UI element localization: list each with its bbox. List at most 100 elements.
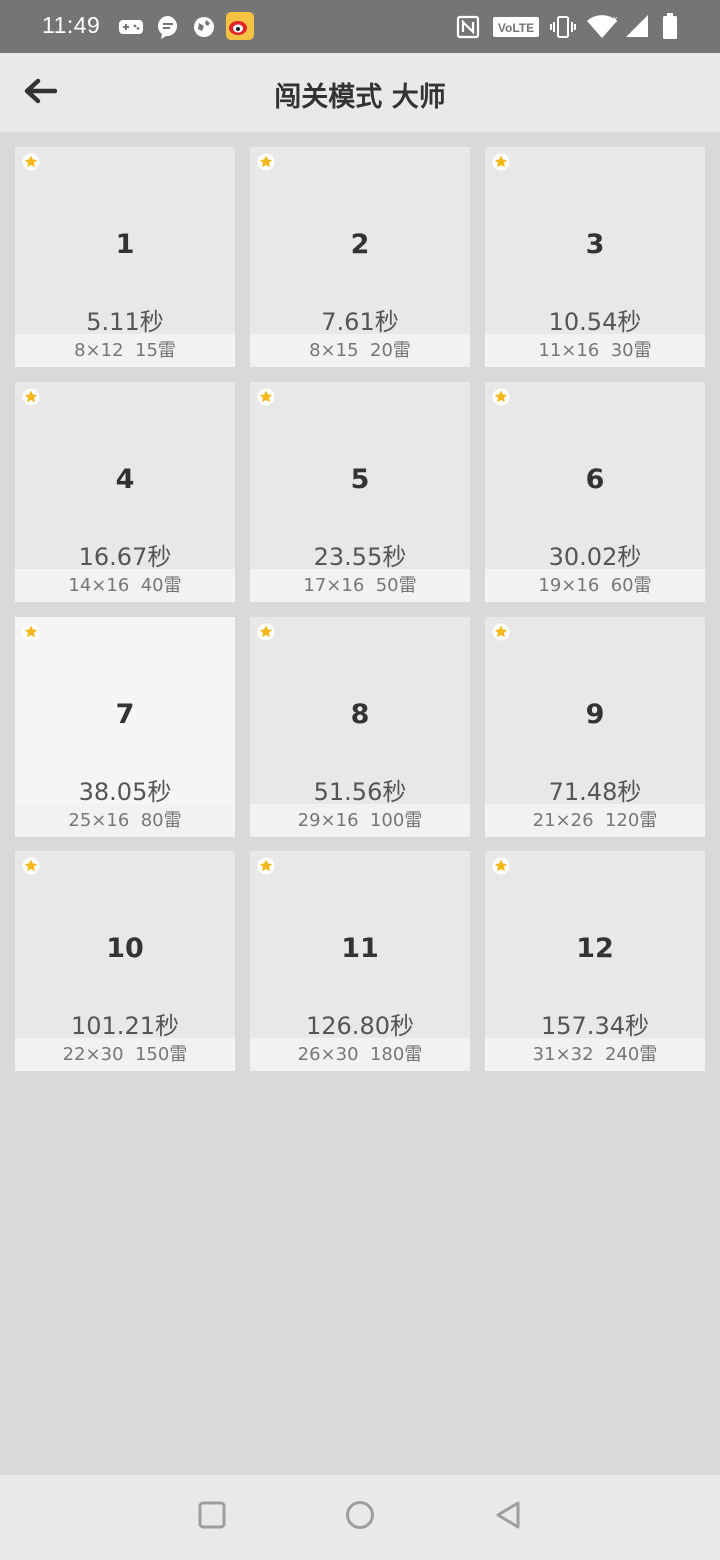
board-size: 14×16 <box>68 575 130 596</box>
star-icon <box>22 857 40 875</box>
level-info: 26×30 180雷 <box>250 1038 470 1071</box>
best-time: 157.34秒 <box>541 1012 649 1040</box>
level-info: 21×26 120雷 <box>485 804 705 837</box>
level-card[interactable]: 8 51.56秒 29×16 100雷 <box>250 617 470 837</box>
best-time: 51.56秒 <box>313 778 407 806</box>
best-time: 101.21秒 <box>71 1012 179 1040</box>
level-info: 8×12 15雷 <box>15 334 235 367</box>
wifi-icon: x <box>586 14 618 44</box>
home-circle-icon <box>344 1499 376 1535</box>
level-number: 5 <box>350 464 370 495</box>
level-number: 10 <box>106 933 144 964</box>
level-info: 29×16 100雷 <box>250 804 470 837</box>
level-card[interactable]: 7 38.05秒 25×16 80雷 <box>15 617 235 837</box>
best-time: 30.02秒 <box>548 543 642 571</box>
svg-text:x: x <box>613 14 618 24</box>
level-number: 8 <box>350 699 370 730</box>
level-number: 6 <box>585 464 605 495</box>
level-card[interactable]: 11 126.80秒 26×30 180雷 <box>250 851 470 1071</box>
level-card[interactable]: 3 10.54秒 11×16 30雷 <box>485 147 705 367</box>
battery-icon <box>662 12 678 44</box>
board-size: 25×16 <box>68 810 130 831</box>
level-info: 31×32 240雷 <box>485 1038 705 1071</box>
level-number: 11 <box>341 933 379 964</box>
level-grid: 1 5.11秒 8×12 15雷 2 7.61秒 8×15 20雷 3 10.54秒 11×16… <box>0 132 720 1475</box>
recents-square-icon <box>197 1500 227 1534</box>
board-size: 19×16 <box>538 575 600 596</box>
board-size: 22×30 <box>62 1044 124 1065</box>
back-triangle-icon <box>493 1499 523 1535</box>
board-size: 26×30 <box>297 1044 359 1065</box>
mine-count: 50雷 <box>375 575 417 596</box>
mine-count: 240雷 <box>604 1044 658 1065</box>
nfc-icon <box>456 15 480 43</box>
level-info: 25×16 80雷 <box>15 804 235 837</box>
chat-icon <box>156 14 180 44</box>
gamepad-icon <box>118 16 144 42</box>
level-card[interactable]: 10 101.21秒 22×30 150雷 <box>15 851 235 1071</box>
navigation-bar <box>0 1475 720 1560</box>
star-icon <box>22 623 40 641</box>
board-size: 17×16 <box>303 575 365 596</box>
signal-icon <box>624 13 650 43</box>
level-info: 11×16 30雷 <box>485 334 705 367</box>
best-time: 7.61秒 <box>321 308 399 336</box>
volte-icon: VoLTE <box>492 16 540 42</box>
level-number: 9 <box>585 699 605 730</box>
star-icon <box>257 388 275 406</box>
nav-back-button[interactable] <box>488 1497 528 1537</box>
best-time: 23.55秒 <box>313 543 407 571</box>
star-icon <box>492 857 510 875</box>
mine-count: 30雷 <box>610 340 652 361</box>
mine-count: 80雷 <box>140 810 182 831</box>
level-card[interactable]: 6 30.02秒 19×16 60雷 <box>485 382 705 602</box>
best-time: 10.54秒 <box>548 308 642 336</box>
level-info: 17×16 50雷 <box>250 569 470 602</box>
status-bar: 11:49 VoLTE x <box>0 0 720 53</box>
star-icon <box>257 623 275 641</box>
star-icon <box>492 153 510 171</box>
level-number: 4 <box>115 464 135 495</box>
page-title: 闯关模式 大师 <box>274 82 446 113</box>
star-icon <box>22 153 40 171</box>
mine-count: 120雷 <box>604 810 658 831</box>
level-card[interactable]: 5 23.55秒 17×16 50雷 <box>250 382 470 602</box>
mine-count: 100雷 <box>369 810 423 831</box>
best-time: 5.11秒 <box>86 308 164 336</box>
weibo-icon <box>226 12 254 44</box>
recents-button[interactable] <box>192 1497 232 1537</box>
vibrate-icon <box>550 15 576 43</box>
globe-icon <box>192 15 216 43</box>
mine-count: 150雷 <box>134 1044 188 1065</box>
star-icon <box>257 153 275 171</box>
level-info: 22×30 150雷 <box>15 1038 235 1071</box>
board-size: 11×16 <box>538 340 600 361</box>
star-icon <box>257 857 275 875</box>
level-card[interactable]: 9 71.48秒 21×26 120雷 <box>485 617 705 837</box>
board-size: 29×16 <box>297 810 359 831</box>
level-number: 3 <box>585 229 605 260</box>
level-card[interactable]: 2 7.61秒 8×15 20雷 <box>250 147 470 367</box>
level-info: 8×15 20雷 <box>250 334 470 367</box>
best-time: 126.80秒 <box>306 1012 414 1040</box>
level-number: 7 <box>115 699 135 730</box>
board-size: 8×12 <box>74 340 124 361</box>
home-button[interactable] <box>340 1497 380 1537</box>
level-number: 1 <box>115 229 135 260</box>
level-info: 14×16 40雷 <box>15 569 235 602</box>
best-time: 71.48秒 <box>548 778 642 806</box>
level-number: 12 <box>576 933 614 964</box>
board-size: 8×15 <box>309 340 359 361</box>
star-icon <box>492 623 510 641</box>
level-card[interactable]: 1 5.11秒 8×12 15雷 <box>15 147 235 367</box>
board-size: 21×26 <box>532 810 594 831</box>
level-info: 19×16 60雷 <box>485 569 705 602</box>
status-time: 11:49 <box>42 12 101 38</box>
mine-count: 20雷 <box>370 340 411 361</box>
mine-count: 15雷 <box>135 340 176 361</box>
level-card[interactable]: 4 16.67秒 14×16 40雷 <box>15 382 235 602</box>
level-card[interactable]: 12 157.34秒 31×32 240雷 <box>485 851 705 1071</box>
level-number: 2 <box>350 229 370 260</box>
app-bar: 闯关模式 大师 <box>0 53 720 132</box>
mine-count: 60雷 <box>610 575 652 596</box>
